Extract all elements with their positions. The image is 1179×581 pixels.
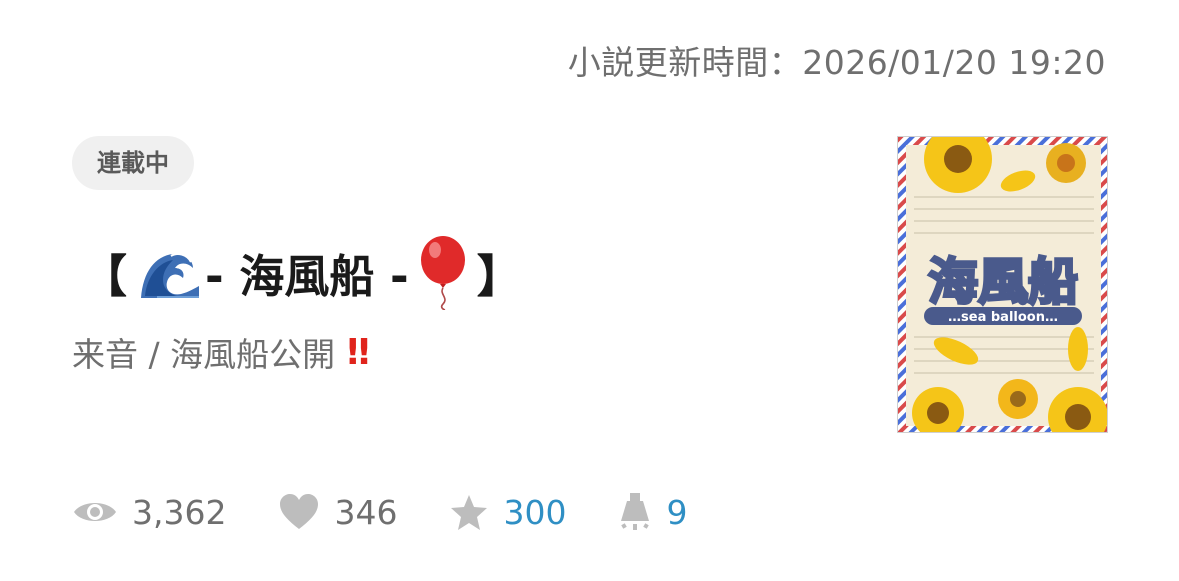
star-icon bbox=[451, 495, 488, 530]
stats-bar: 3,362 346 300 9 bbox=[72, 484, 739, 540]
cover-subtitle: …sea balloon… bbox=[948, 310, 1058, 325]
cover-art: 海風船 …sea balloon… bbox=[898, 137, 1107, 432]
stat-spotlight[interactable]: 9 bbox=[618, 491, 687, 533]
wave-emoji-icon bbox=[139, 248, 200, 298]
spotlight-count: 9 bbox=[666, 492, 688, 532]
heart-icon bbox=[280, 494, 319, 529]
cover-title: 海風船 bbox=[928, 253, 1078, 311]
views-count: 3,362 bbox=[132, 492, 227, 532]
author-and-note: 来音 / 海風船公開 ‼ bbox=[72, 328, 370, 376]
update-time: 小説更新時間：2026/01/20 19:20 bbox=[567, 43, 1106, 82]
novel-title[interactable]: 【 - 海風船 - 】 bbox=[82, 232, 522, 312]
cover-image[interactable]: 海風船 …sea balloon… bbox=[897, 136, 1108, 433]
title-open-bracket: 【 bbox=[82, 249, 128, 303]
likes-count: 346 bbox=[334, 492, 398, 532]
stat-likes[interactable]: 346 bbox=[278, 493, 397, 532]
title-text: - 海風船 - bbox=[205, 249, 409, 303]
spotlight-icon bbox=[621, 493, 650, 530]
status-badge: 連載中 bbox=[72, 136, 194, 190]
subtitle-text: 来音 / 海風船公開 bbox=[72, 335, 336, 374]
stars-count: 300 bbox=[503, 492, 567, 532]
title-close-bracket: 】 bbox=[476, 249, 522, 303]
stat-views: 3,362 bbox=[72, 493, 226, 532]
double-exclamation-icon: ‼ bbox=[347, 331, 369, 373]
balloon-emoji-icon bbox=[420, 236, 465, 310]
stat-stars[interactable]: 300 bbox=[449, 493, 566, 532]
eye-icon bbox=[74, 503, 116, 521]
